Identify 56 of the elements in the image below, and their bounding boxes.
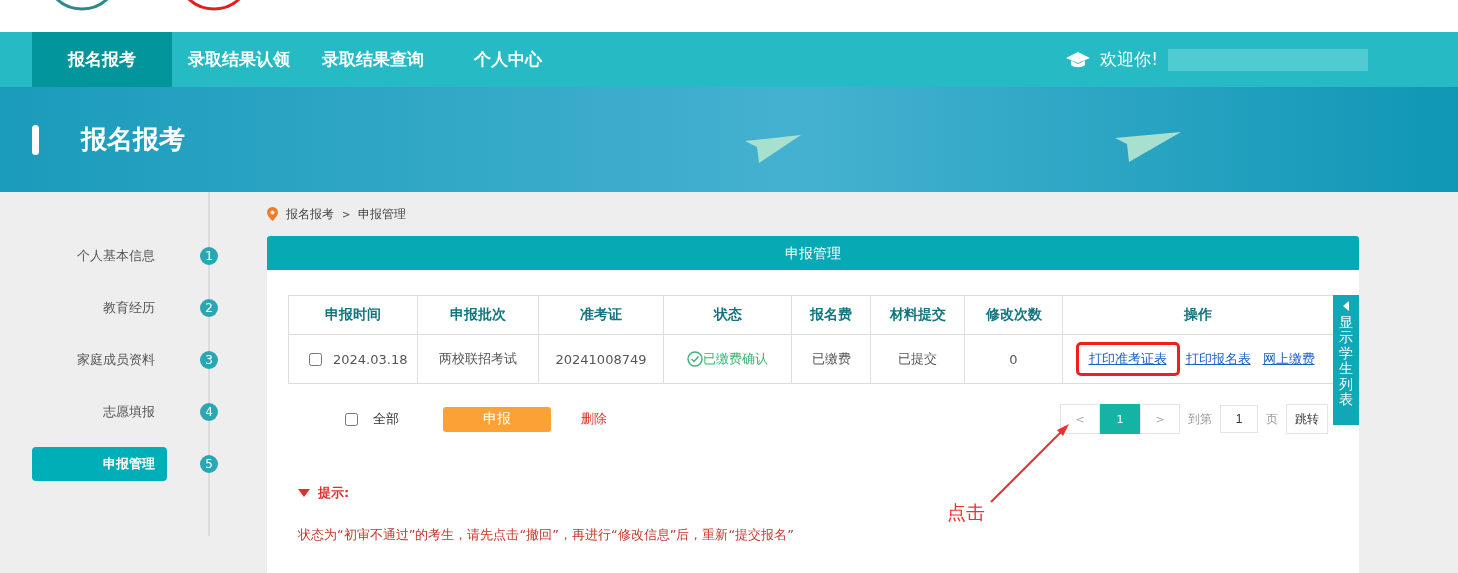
column-header: 准考证	[538, 295, 664, 335]
status-text: 已缴费确认	[703, 350, 768, 368]
panel-header: 申报管理	[267, 236, 1359, 270]
page-button[interactable]: 1	[1100, 404, 1140, 434]
table-cell: 20241008749	[538, 334, 664, 384]
column-header: 材料提交	[870, 295, 965, 335]
sidebar-item[interactable]: 志愿填报	[32, 395, 167, 429]
title-marker	[32, 124, 39, 155]
action-link[interactable]: 打印准考证表	[1078, 345, 1177, 373]
sidebar-item[interactable]: 家庭成员资料	[32, 343, 167, 377]
row-checkbox[interactable]	[309, 352, 322, 366]
student-list-tab[interactable]: 显示学生列表	[1333, 295, 1359, 425]
action-link[interactable]: 网上缴费	[1259, 345, 1318, 373]
page-unit-label: 页	[1266, 410, 1278, 428]
goto-label: 到第	[1188, 410, 1212, 428]
jump-button[interactable]: 跳转	[1286, 404, 1328, 434]
page-input-field[interactable]: 1	[1220, 405, 1258, 433]
location-pin-icon	[267, 207, 278, 221]
step-number: 3	[200, 351, 218, 369]
breadcrumb-separator: >	[342, 208, 351, 220]
annotation-text: 点击	[947, 500, 985, 525]
paper-plane-icon	[1115, 132, 1181, 162]
column-header: 申报批次	[417, 295, 539, 335]
table-cell: 已缴费	[791, 334, 871, 384]
sidebar-item[interactable]: 申报管理	[32, 447, 167, 481]
breadcrumb-link[interactable]: 报名报考	[286, 205, 334, 223]
tip-text: 状态为“初审不通过”的考生，请先点击“撤回”，再进行“修改信息”后，重新“提交报名”	[298, 526, 795, 544]
column-header: 报名费	[791, 295, 871, 335]
table-cell: 两校联招考试	[417, 334, 539, 384]
nav-tab[interactable]: 报名报考	[32, 32, 172, 87]
action-link[interactable]: 打印报名表	[1182, 345, 1254, 373]
column-header: 申报时间	[288, 295, 418, 335]
banner-title: 报名报考	[81, 123, 185, 156]
tip-title: 提示:	[318, 484, 350, 502]
column-header: 修改次数	[964, 295, 1063, 335]
step-number: 1	[200, 247, 218, 265]
breadcrumb-current: 申报管理	[358, 205, 407, 223]
table-cell: 已提交	[870, 334, 965, 384]
welcome-text: 欢迎你!	[1100, 48, 1158, 71]
select-all-checkbox[interactable]	[345, 412, 358, 426]
paper-plane-icon	[745, 135, 801, 163]
graduation-cap-icon	[1066, 51, 1091, 68]
check-circle-icon	[687, 351, 703, 367]
checkbox-label: 全部	[373, 410, 399, 428]
step-number: 2	[200, 299, 218, 317]
caret-left-icon	[1343, 301, 1349, 311]
table-cell: 2024.03.18	[333, 351, 408, 367]
sidebar-item[interactable]: 个人基本信息	[32, 239, 167, 273]
delete-link[interactable]: 删除	[581, 410, 607, 428]
caret-down-icon	[298, 489, 310, 497]
column-header: 操作	[1062, 295, 1334, 335]
step-number: 5	[200, 455, 218, 473]
step-number: 4	[200, 403, 218, 421]
column-header: 状态	[663, 295, 792, 335]
table-cell: 0	[964, 334, 1063, 384]
sidebar-item[interactable]: 教育经历	[32, 291, 167, 325]
